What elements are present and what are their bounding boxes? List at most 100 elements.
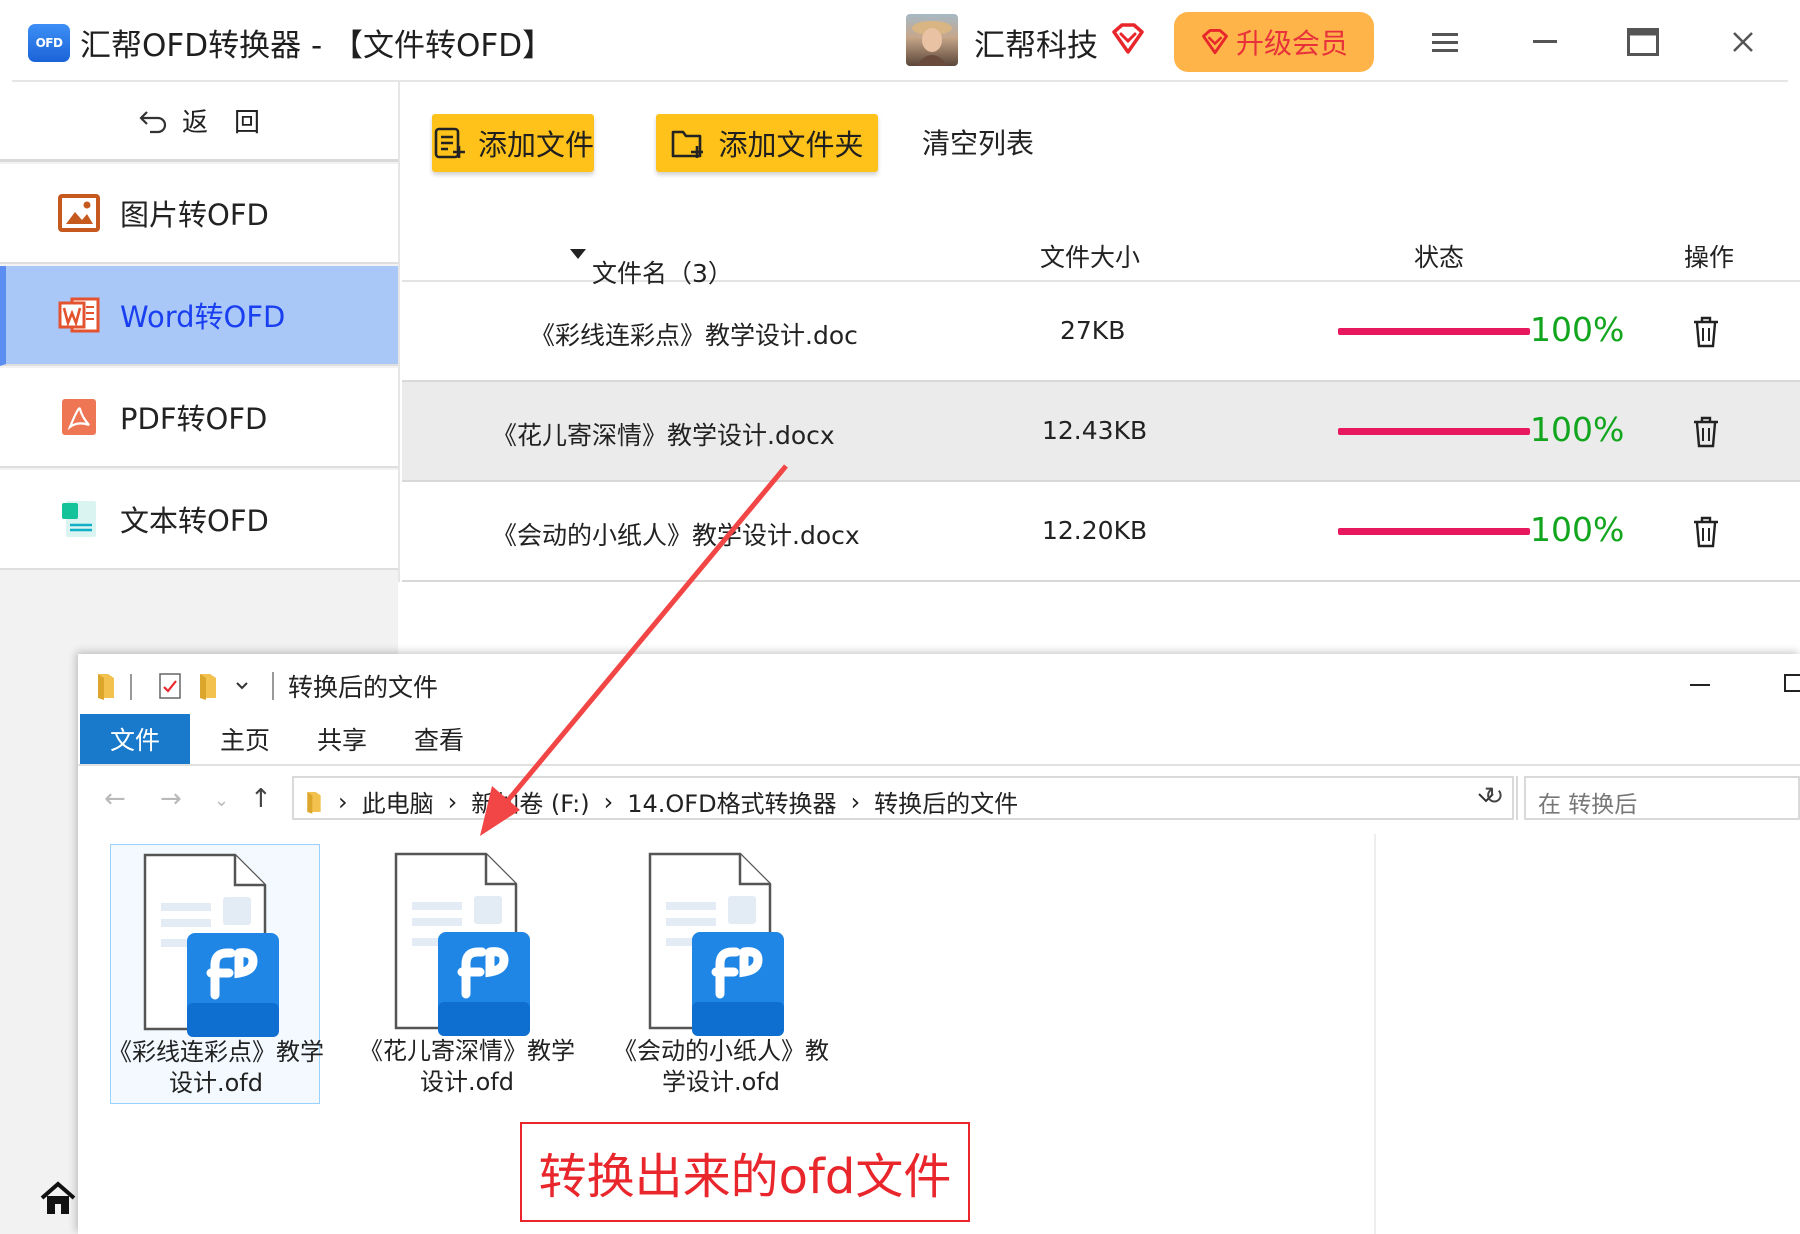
explorer-title: 转换后的文件 — [288, 673, 439, 702]
vip-diamond-icon — [1202, 29, 1228, 55]
folder-icon — [98, 674, 114, 700]
column-header-size: 文件大小 — [1040, 243, 1141, 272]
breadcrumb-drive[interactable]: 新加卷 (F:) — [471, 784, 589, 819]
file-size-cell: 27KB — [1060, 316, 1126, 345]
forward-nav-icon[interactable]: → — [160, 784, 182, 814]
add-folder-label: 添加文件夹 — [718, 128, 864, 162]
address-separator — [1516, 776, 1518, 820]
table-row[interactable]: 《彩线连彩点》教学设计.doc 27KB 100% — [402, 282, 1800, 382]
toolbar-separator — [130, 674, 132, 700]
menu-icon[interactable] — [1422, 20, 1468, 64]
folder-icon — [307, 791, 321, 814]
breadcrumb-separator-icon: › — [850, 787, 861, 816]
annotation-label: 转换出来的ofd文件 — [520, 1122, 970, 1222]
add-file-button[interactable]: 添加文件 — [432, 114, 594, 172]
text-file-icon — [62, 501, 96, 537]
new-folder-icon[interactable] — [196, 672, 220, 700]
progress-bar — [1338, 528, 1530, 535]
refresh-icon[interactable]: ↻ — [1484, 782, 1504, 810]
file-size-cell: 12.20KB — [1042, 516, 1148, 545]
add-file-label: 添加文件 — [478, 128, 595, 162]
vip-diamond-icon[interactable] — [1110, 22, 1146, 56]
upgrade-button[interactable]: 升级会员 — [1174, 12, 1374, 72]
ofd-file-icon — [143, 853, 279, 1037]
ofd-file-item[interactable]: 《花儿寄深情》教学设计.ofd — [359, 844, 575, 1104]
sidebar-item-image-to-ofd[interactable]: 图片转OFD — [0, 164, 398, 264]
explorer-minimize-icon[interactable] — [1690, 684, 1710, 686]
ofd-file-icon — [648, 852, 784, 1036]
recent-locations-icon[interactable]: ⌄ — [214, 790, 229, 811]
file-item-label: 《花儿寄深情》教学设计.ofd — [359, 1037, 575, 1096]
pdf-icon — [62, 399, 96, 435]
close-icon[interactable] — [1720, 20, 1766, 64]
tab-file[interactable]: 文件 — [80, 714, 190, 764]
breadcrumb-output-folder[interactable]: 转换后的文件 — [874, 784, 1018, 819]
ofd-file-item[interactable]: 《彩线连彩点》教学设计.ofd — [108, 844, 324, 1104]
back-label: 返 回 — [181, 108, 260, 138]
column-header-action: 操作 — [1684, 243, 1735, 272]
file-name-cell: 《花儿寄深情》教学设计.docx — [492, 421, 835, 450]
trash-icon[interactable] — [1692, 516, 1720, 548]
file-name-cell: 《会动的小纸人》教学设计.docx — [492, 521, 860, 550]
breadcrumb-separator-icon: › — [603, 787, 614, 816]
app-logo: OFD — [28, 24, 70, 62]
status-percent: 100% — [1530, 310, 1625, 349]
sidebar-item-label: Word转OFD — [120, 300, 286, 334]
tab-view[interactable]: 查看 — [384, 714, 494, 764]
sidebar-item-word-to-ofd[interactable]: Word转OFD — [0, 266, 398, 366]
up-nav-icon[interactable]: ↑ — [250, 784, 272, 814]
breadcrumb-app-folder[interactable]: 14.OFD格式转换器 — [627, 784, 836, 819]
ofd-file-icon — [394, 852, 530, 1036]
tab-share[interactable]: 共享 — [300, 714, 384, 764]
file-table-header: 文件名（3） 文件大小 状态 操作 — [402, 222, 1800, 288]
properties-icon[interactable] — [158, 672, 182, 700]
main-panel: 添加文件 添加文件夹 清空列表 文件名（3） 文件大小 状态 操作 《彩线连彩点… — [398, 82, 1800, 582]
progress-bar — [1338, 428, 1530, 435]
minimize-icon[interactable] — [1522, 20, 1568, 64]
back-button[interactable]: 返 回 — [0, 82, 398, 162]
avatar[interactable] — [906, 14, 958, 66]
back-nav-icon[interactable]: ← — [104, 784, 126, 814]
column-header-name[interactable]: 文件名（3） — [570, 238, 733, 288]
table-row[interactable]: 《花儿寄深情》教学设计.docx 12.43KB 100% — [402, 382, 1800, 482]
ofd-file-item[interactable]: 《会动的小纸人》教学设计.ofd — [613, 844, 829, 1104]
upgrade-label: 升级会员 — [1235, 27, 1348, 60]
sidebar-item-label: 文本转OFD — [120, 504, 269, 538]
explorer-maximize-icon[interactable] — [1784, 674, 1800, 692]
add-file-icon — [434, 127, 465, 159]
clear-list-button[interactable]: 清空列表 — [922, 122, 1034, 162]
word-icon — [58, 297, 100, 333]
image-icon — [58, 194, 100, 232]
sidebar-item-text-to-ofd[interactable]: 文本转OFD — [0, 470, 398, 570]
sidebar-item-label: 图片转OFD — [120, 198, 269, 232]
back-arrow-icon — [139, 110, 167, 133]
content-pane-divider — [1374, 834, 1376, 1234]
tab-home[interactable]: 主页 — [190, 714, 300, 764]
file-item-label: 《彩线连彩点》教学设计.ofd — [108, 1038, 324, 1097]
address-bar[interactable]: › 此电脑 › 新加卷 (F:) › 14.OFD格式转换器 › 转换后的文件 — [292, 776, 1514, 820]
file-name-cell: 《彩线连彩点》教学设计.doc — [530, 321, 858, 350]
status-percent: 100% — [1530, 510, 1625, 549]
sidebar-item-label: PDF转OFD — [120, 402, 268, 436]
home-icon[interactable] — [38, 1180, 78, 1218]
toolbar-separator — [272, 672, 274, 700]
add-folder-button[interactable]: 添加文件夹 — [656, 114, 878, 172]
trash-icon[interactable] — [1692, 316, 1720, 348]
sort-down-icon — [570, 249, 586, 259]
search-input[interactable]: 在 转换后 — [1524, 776, 1800, 820]
breadcrumb-separator-icon: › — [447, 787, 458, 816]
user-name[interactable]: 汇帮科技 — [974, 20, 1098, 65]
trash-icon[interactable] — [1692, 416, 1720, 448]
ribbon-divider — [78, 764, 1800, 766]
chevron-down-icon[interactable] — [236, 682, 248, 690]
file-item-label: 《会动的小纸人》教学设计.ofd — [613, 1037, 829, 1096]
app-title-bar: OFD 汇帮OFD转换器 - 【文件转OFD】 汇帮科技 升级会员 — [0, 0, 1800, 82]
table-row[interactable]: 《会动的小纸人》教学设计.docx 12.20KB 100% — [402, 482, 1800, 582]
add-folder-icon — [672, 130, 704, 158]
sidebar-item-pdf-to-ofd[interactable]: PDF转OFD — [0, 368, 398, 468]
column-header-status: 状态 — [1414, 243, 1465, 272]
file-size-cell: 12.43KB — [1042, 416, 1148, 445]
breadcrumb-this-pc[interactable]: 此电脑 — [362, 784, 434, 819]
status-percent: 100% — [1530, 410, 1625, 449]
maximize-icon[interactable] — [1620, 20, 1666, 64]
